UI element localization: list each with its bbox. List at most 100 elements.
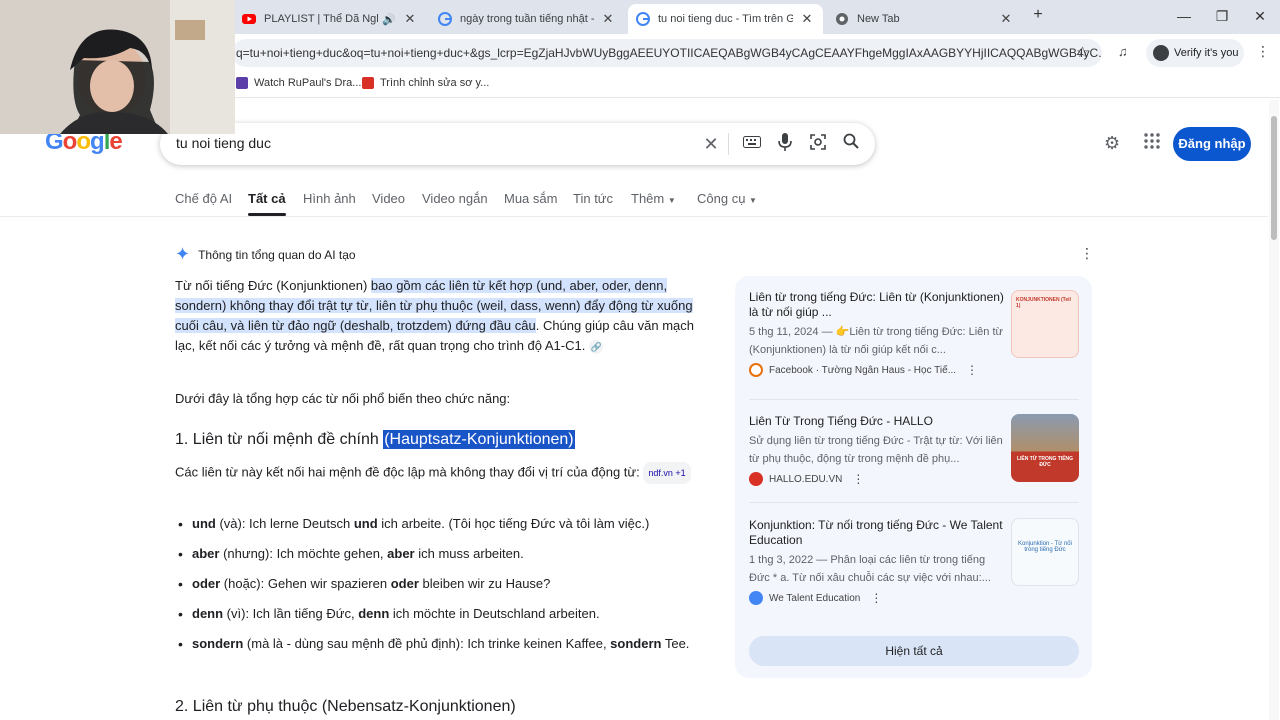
address-bar[interactable]: q=tu+noi+tieng+duc&oq=tu+noi+tieng+duc+&… (232, 39, 1102, 67)
scrollbar[interactable] (1269, 100, 1279, 720)
close-tab-icon[interactable]: ✕ (600, 11, 616, 27)
source-title[interactable]: Konjunktion: Từ nối trong tiếng Đức - We… (749, 518, 1004, 548)
close-tab-icon[interactable]: ✕ (402, 11, 418, 27)
chrome-icon (835, 12, 849, 26)
term: sondern (192, 636, 244, 651)
tab-title: tu noi tieng duc - Tìm trên Goo (658, 13, 793, 25)
tab-more-label: Thêm (631, 191, 665, 206)
tab-new-tab[interactable]: New Tab ✕ (827, 4, 1022, 34)
list-item: und (và): Ich lerne Deutsch und ich arbe… (178, 514, 712, 534)
source-thumbnail[interactable]: Konjunktion - Từ nối trong tiếng Đức (1011, 518, 1079, 586)
gloss: (nhưng): Ich möchte gehen, (219, 546, 388, 561)
list-item: oder (hoặc): Gehen wir spazieren oder bl… (178, 574, 712, 594)
tab-ngay-trong-tuan[interactable]: ngày trong tuần tiếng nhật - Tìm ✕ (430, 4, 624, 34)
tab-news[interactable]: Tin tức (573, 191, 613, 206)
close-tab-icon[interactable]: ✕ (998, 11, 1014, 27)
minimize-icon[interactable]: — (1172, 8, 1196, 24)
list-item: aber (nhưng): Ich möchte gehen, aber ich… (178, 544, 712, 564)
search-input[interactable]: tu noi tieng duc (176, 135, 271, 151)
more-options-icon[interactable]: ⋮ (1080, 245, 1094, 262)
profile-button[interactable]: Verify it's you (1146, 39, 1244, 67)
scrollbar-thumb[interactable] (1271, 116, 1277, 240)
source-card[interactable]: Konjunktion: Từ nối trong tiếng Đức - We… (749, 518, 1079, 605)
heading-text: 1. Liên từ nối mệnh đề chính (175, 431, 384, 448)
tab-tu-noi-tieng-duc[interactable]: tu noi tieng duc - Tìm trên Goo ✕ (628, 4, 823, 34)
source-snippet: 5 thg 11, 2024 — 👉Liên từ trong tiếng Đứ… (749, 326, 1003, 356)
source-site: Facebook · Tường Ngân Haus - Học Tiế... … (749, 363, 1079, 377)
gloss: (hoặc): Gehen wir spazieren (220, 576, 391, 591)
tab-images[interactable]: Hình ảnh (303, 191, 356, 206)
list-item: sondern (mà là - dùng sau mệnh đề phủ đị… (178, 634, 712, 654)
menu-icon[interactable]: ⋮ (1256, 43, 1270, 60)
heading-selected-text: (Hauptsatz-Konjunktionen) (383, 430, 575, 449)
caret-down-icon: ▼ (667, 196, 676, 205)
microphone-icon[interactable] (774, 133, 796, 155)
star-icon[interactable]: ☆ (1076, 43, 1089, 61)
gear-icon[interactable]: ⚙ (1104, 133, 1120, 154)
site-favicon (749, 363, 763, 377)
tab-title: PLAYLIST | Thể Dã Nghe Nhạc (264, 13, 378, 25)
source-snippet: 1 thg 3, 2022 — Phân loại các liên từ tr… (749, 554, 991, 584)
show-all-button[interactable]: Hiện tất cả (749, 636, 1079, 666)
example-rest: ich arbeite. (Tôi học tiếng Đức và tôi l… (377, 516, 650, 531)
close-tab-icon[interactable]: ✕ (799, 11, 815, 27)
desc-text: Các liên từ này kết nối hai mệnh đề độc … (175, 464, 640, 480)
more-options-icon[interactable]: ⋮ (852, 472, 864, 486)
bookmark-icon (236, 77, 248, 89)
speaker-icon[interactable]: 🔊 (382, 13, 396, 26)
source-card[interactable]: Liên Từ Trong Tiếng Đức - HALLO Sử dụng … (749, 414, 1079, 486)
avatar (1153, 45, 1169, 61)
source-title[interactable]: Liên Từ Trong Tiếng Đức - HALLO (749, 414, 1004, 429)
youtube-icon (242, 12, 256, 26)
close-window-icon[interactable]: ✕ (1248, 8, 1272, 25)
more-options-icon[interactable]: ⋮ (870, 591, 882, 605)
term-inline: aber (387, 546, 415, 561)
source-chip[interactable]: ndf.vn +1 (643, 462, 691, 484)
link-icon[interactable]: 🔗 (589, 339, 604, 354)
source-thumbnail[interactable]: KONJUNKTIONEN (Teil 1) (1011, 290, 1079, 358)
search-icon[interactable] (840, 133, 862, 155)
gloss: (vì): Ich lần tiếng Đức, (223, 606, 359, 621)
term-inline: denn (358, 606, 390, 621)
thumbnail-text: KONJUNKTIONEN (Teil 1) (1016, 297, 1071, 309)
bookmark-trinh-chinh-sua[interactable]: Trình chỉnh sửa sơ y... (362, 77, 489, 89)
bookmark-label: Watch RuPaul's Dra... (254, 77, 362, 89)
gloss: (mà là - dùng sau mệnh đề phủ định): Ich… (243, 636, 611, 651)
bookmark-rupaul[interactable]: Watch RuPaul's Dra... (236, 77, 361, 89)
lens-icon[interactable] (807, 133, 829, 155)
site-favicon (749, 591, 763, 605)
intro-text: Từ nối tiếng Đức (Konjunktionen) (175, 278, 371, 293)
term: oder (192, 576, 221, 591)
tab-title: ngày trong tuần tiếng nhật - Tìm (460, 13, 594, 25)
tab-video[interactable]: Video (372, 191, 405, 206)
tab-shopping[interactable]: Mua sắm (504, 191, 557, 206)
keyboard-icon[interactable] (741, 133, 763, 155)
divider (0, 216, 1268, 217)
source-thumbnail[interactable]: LIÊN TỪ TRONG TIẾNG ĐỨC (1011, 414, 1079, 482)
search-box[interactable]: tu noi tieng duc ✕ (160, 123, 875, 165)
source-title[interactable]: Liên từ trong tiếng Đức: Liên từ (Konjun… (749, 290, 1004, 320)
bookmark-icon (362, 77, 374, 89)
tab-more[interactable]: Thêm ▼ (631, 191, 676, 206)
divider (749, 399, 1079, 400)
google-icon (636, 12, 650, 26)
media-control-icon[interactable]: ♫ (1118, 44, 1128, 59)
maximize-icon[interactable]: ❐ (1210, 8, 1234, 25)
site-name: Facebook · Tường Ngân Haus - Học Tiế... (769, 364, 957, 376)
login-button[interactable]: Đăng nhập (1173, 127, 1251, 161)
more-options-icon[interactable]: ⋮ (966, 363, 978, 377)
divider (749, 502, 1079, 503)
tab-tools[interactable]: Công cụ ▼ (697, 191, 757, 206)
source-card[interactable]: Liên từ trong tiếng Đức: Liên từ (Konjun… (749, 290, 1079, 377)
clear-icon[interactable]: ✕ (700, 133, 722, 155)
new-tab-button[interactable]: + (1026, 6, 1050, 24)
tab-ai-mode[interactable]: Chế độ AI (175, 191, 232, 206)
example-rest: ich muss arbeiten. (414, 546, 524, 561)
tab-short-video[interactable]: Video ngắn (422, 191, 488, 206)
url-text: q=tu+noi+tieng+duc&oq=tu+noi+tieng+duc+&… (236, 46, 1102, 60)
apps-grid-icon[interactable] (1144, 133, 1160, 154)
tab-all[interactable]: Tất cả (248, 191, 286, 216)
profile-label: Verify it's you (1174, 47, 1239, 59)
tab-playlist[interactable]: PLAYLIST | Thể Dã Nghe Nhạc 🔊 ✕ (234, 4, 426, 34)
term: aber (192, 546, 220, 561)
